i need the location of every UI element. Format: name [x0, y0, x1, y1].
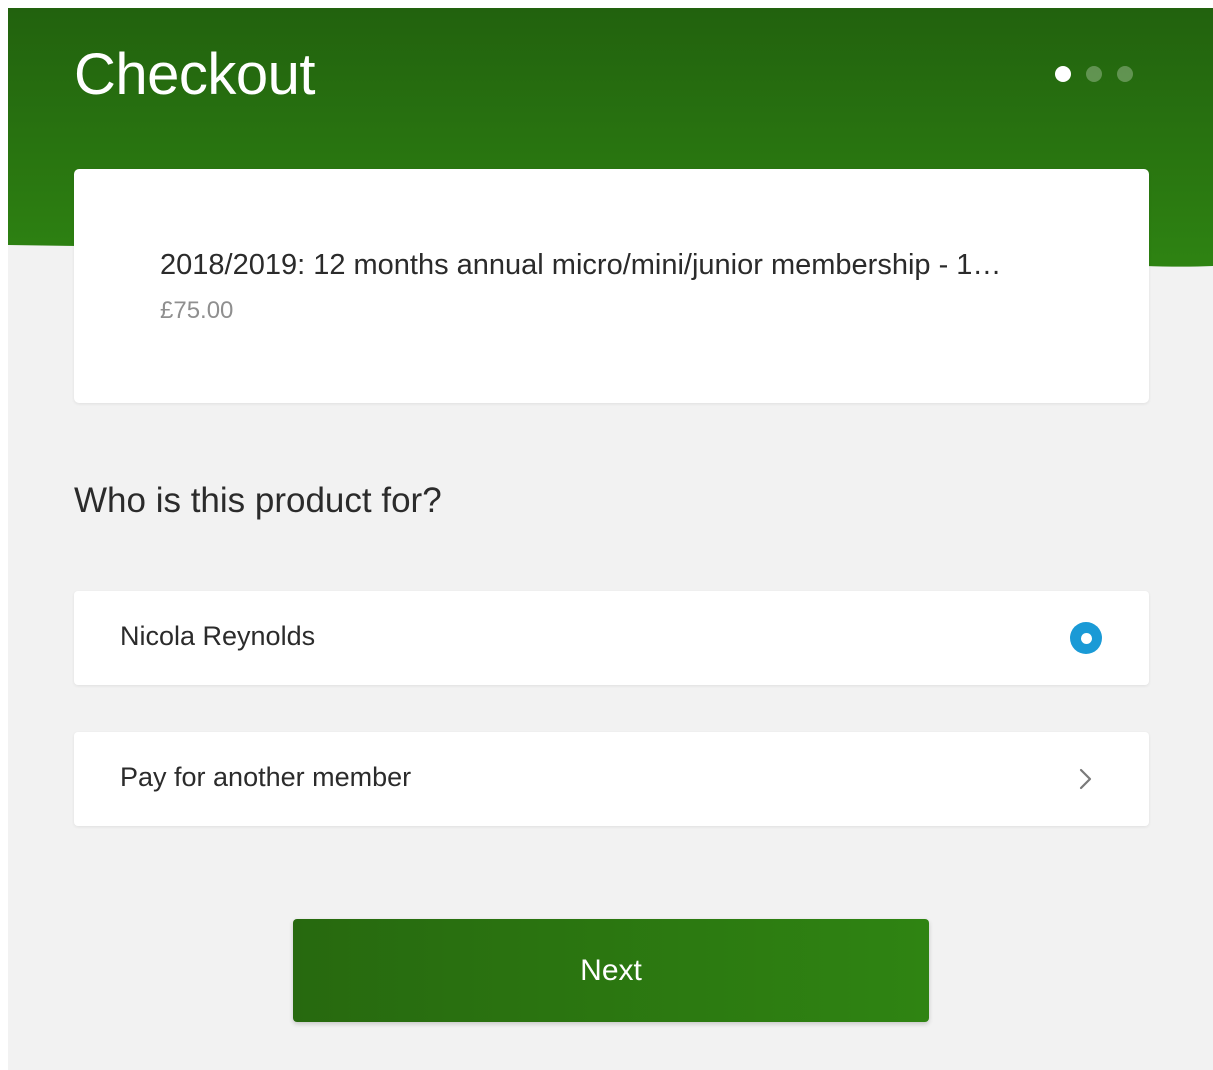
- recipient-question: Who is this product for?: [74, 481, 442, 520]
- checkout-panel: Checkout 2018/2019: 12 months annual mic…: [8, 8, 1213, 1070]
- step-dot-2: [1086, 66, 1102, 82]
- step-dot-3: [1117, 66, 1133, 82]
- option-label: Pay for another member: [120, 762, 412, 792]
- step-dot-1: [1055, 66, 1071, 82]
- product-name: 2018/2019: 12 months annual micro/mini/j…: [160, 249, 1002, 281]
- product-card: 2018/2019: 12 months annual micro/mini/j…: [74, 169, 1149, 403]
- page-title: Checkout: [74, 42, 316, 107]
- option-nicola-reynolds[interactable]: Nicola Reynolds: [74, 591, 1149, 685]
- chevron-right-icon: [1079, 768, 1092, 790]
- next-button[interactable]: Next: [293, 919, 929, 1022]
- option-pay-for-another-member[interactable]: Pay for another member: [74, 732, 1149, 826]
- radio-dot: [1080, 632, 1092, 644]
- step-indicator: [1055, 66, 1133, 82]
- product-price: £75.00: [160, 297, 234, 324]
- option-label: Nicola Reynolds: [120, 621, 316, 651]
- radio-selected-icon[interactable]: [1070, 622, 1102, 654]
